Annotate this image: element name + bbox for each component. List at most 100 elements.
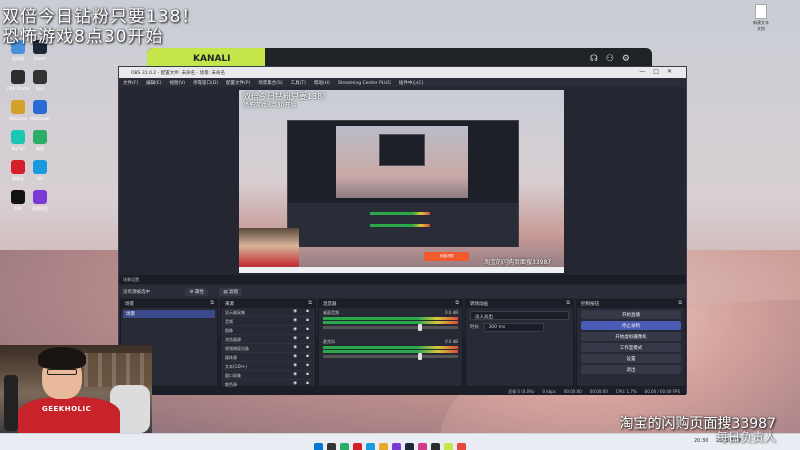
- menu-item[interactable]: 视图(V): [169, 81, 185, 86]
- control-button[interactable]: 开始直播: [581, 310, 681, 319]
- desktop-shortcut[interactable]: Wallpaper: [24, 100, 56, 121]
- taskbar-app-icon[interactable]: [405, 443, 414, 450]
- lock-icon[interactable]: ▪: [306, 354, 309, 359]
- mixer-dock-title: 混音器: [323, 302, 337, 307]
- control-button[interactable]: 停止录制: [581, 321, 681, 330]
- eye-icon[interactable]: ◉: [293, 372, 297, 377]
- transition-duration-input[interactable]: 300 ms: [484, 323, 545, 332]
- taskbar-app-icon[interactable]: [392, 443, 401, 450]
- taskbar-app-icon[interactable]: [379, 443, 388, 450]
- source-list-item[interactable]: 显示器采集 ◉ ▪: [221, 308, 315, 317]
- control-button[interactable]: 退出: [581, 365, 681, 374]
- stream-preview[interactable]: 双倍今日钻粉只要138！ 恐怖游戏8点30开始 淘宝闪购 淘宝的闪购页面搜339…: [239, 90, 564, 273]
- menu-item[interactable]: 停靠窗口(D): [193, 81, 218, 86]
- user-icon[interactable]: ⚇: [606, 54, 622, 64]
- taskbar-app-icon[interactable]: [444, 443, 453, 450]
- properties-button[interactable]: ⚙ 属性: [185, 288, 208, 296]
- taskbar-app-icon[interactable]: [418, 443, 427, 450]
- dock-close-icon[interactable]: ⧉: [308, 300, 312, 306]
- mixer-channel: 桌面音频 0.0 dB: [319, 308, 462, 331]
- lock-icon[interactable]: ▪: [306, 372, 309, 377]
- headset-icon[interactable]: ☊: [590, 54, 606, 64]
- menu-item[interactable]: 编辑(E): [146, 81, 161, 86]
- app-icon: [11, 70, 25, 84]
- eye-icon[interactable]: ◉: [293, 363, 297, 368]
- taskbar-app-icon[interactable]: [327, 443, 336, 450]
- menu-item[interactable]: 场景集合(S): [258, 81, 282, 86]
- clock-time[interactable]: 20:30: [694, 438, 708, 444]
- control-button[interactable]: 工作室模式: [581, 343, 681, 352]
- scene-list-item[interactable]: 场景: [123, 310, 215, 318]
- desktop-shortcut[interactable]: Epic: [24, 70, 56, 91]
- menu-item[interactable]: 文件(F): [123, 81, 138, 86]
- taskbar-app-icon[interactable]: [431, 443, 440, 450]
- lock-icon[interactable]: ▪: [306, 318, 309, 323]
- desktop-file-icon[interactable]: 新建文本文档: [752, 4, 770, 32]
- source-list-item[interactable]: 窗口采集 ◉ ▪: [221, 371, 315, 380]
- taskbar-app-icon[interactable]: [457, 443, 466, 450]
- taskbar-app-icon[interactable]: [366, 443, 375, 450]
- source-list-item[interactable]: 音频 ◉ ▪: [221, 317, 315, 326]
- dock-close-icon[interactable]: ⧉: [210, 300, 214, 306]
- preview-promo-button: 淘宝闪购: [424, 252, 469, 261]
- maximize-button[interactable]: □: [653, 68, 667, 75]
- control-button[interactable]: 开始虚拟摄像机: [581, 332, 681, 341]
- dock-close-icon[interactable]: ⧉: [455, 300, 459, 306]
- volume-slider-handle[interactable]: [417, 353, 422, 360]
- lock-icon[interactable]: ▪: [306, 309, 309, 314]
- source-name: 显示器采集: [225, 310, 245, 315]
- webcam-shirt-text: GEEKHOLIC: [42, 405, 92, 413]
- volume-slider[interactable]: [323, 324, 458, 331]
- app-icon: [33, 130, 47, 144]
- minimize-button[interactable]: —: [639, 68, 653, 75]
- settings-icon[interactable]: ⚙: [622, 54, 638, 64]
- lock-icon[interactable]: ▪: [306, 381, 309, 386]
- source-list-item[interactable]: 图像 ◉ ▪: [221, 326, 315, 335]
- status-item: 60.00 / 60.00 FPS: [644, 389, 680, 394]
- control-button[interactable]: 设置: [581, 354, 681, 363]
- transitions-dock: 转场动画 ⧉ 淡入淡出 时长 300 ms: [465, 299, 574, 387]
- lock-icon[interactable]: ▪: [306, 327, 309, 332]
- menu-item[interactable]: 帮助(H): [314, 81, 330, 86]
- webcam-feed: GEEKHOLIC: [0, 345, 152, 433]
- dock-close-icon[interactable]: ⧉: [566, 300, 570, 306]
- desktop-shortcut[interactable]: 直播伴侣: [24, 190, 56, 212]
- desktop-shortcut-label: QQ: [36, 176, 44, 181]
- mixer-channel: 麦克风 0.0 dB: [319, 337, 462, 360]
- transition-type-select[interactable]: 淡入淡出: [470, 311, 569, 320]
- menu-item[interactable]: 配置文件(P): [226, 81, 250, 86]
- eye-icon[interactable]: ◉: [293, 327, 297, 332]
- lock-icon[interactable]: ▪: [306, 345, 309, 350]
- close-button[interactable]: ✕: [667, 68, 680, 75]
- menu-item[interactable]: 工具(T): [291, 81, 306, 86]
- volume-slider-handle[interactable]: [417, 324, 422, 331]
- taskbar-app-icon[interactable]: [314, 443, 323, 450]
- eye-icon[interactable]: ◉: [293, 381, 297, 386]
- source-list-item[interactable]: 媒体源 ◉ ▪: [221, 353, 315, 362]
- app-icon: [33, 100, 47, 114]
- source-list-item[interactable]: 视频捕获设备 ◉ ▪: [221, 344, 315, 353]
- source-list-item[interactable]: 文本(GDI+) ◉ ▪: [221, 362, 315, 371]
- eye-icon[interactable]: ◉: [293, 354, 297, 359]
- app-icon: [11, 160, 25, 174]
- filters-button[interactable]: ▤ 滤镜: [219, 288, 243, 296]
- eye-icon[interactable]: ◉: [293, 336, 297, 341]
- dock-close-icon[interactable]: ⧉: [678, 300, 682, 306]
- taskbar-app-icon[interactable]: [353, 443, 362, 450]
- desktop-shortcut[interactable]: QQ: [24, 160, 56, 181]
- eye-icon[interactable]: ◉: [293, 345, 297, 350]
- eye-icon[interactable]: ◉: [293, 309, 297, 314]
- controls-dock-header: 控制按钮 ⧉: [577, 300, 685, 308]
- lock-icon[interactable]: ▪: [306, 363, 309, 368]
- lock-icon[interactable]: ▪: [306, 336, 309, 341]
- taskbar-app-icon[interactable]: [340, 443, 349, 450]
- status-item: 00:00:00: [563, 389, 582, 394]
- window-controls: —□✕: [639, 68, 680, 75]
- desktop-shortcut[interactable]: 微信: [24, 130, 56, 152]
- menu-item[interactable]: Streaming Center PLUG: [338, 81, 391, 86]
- eye-icon[interactable]: ◉: [293, 318, 297, 323]
- desktop-shortcut-label: Epic: [35, 86, 45, 91]
- source-list-item[interactable]: 浏览器源 ◉ ▪: [221, 335, 315, 344]
- volume-slider[interactable]: [323, 353, 458, 360]
- menu-item[interactable]: 插件中心(C): [399, 81, 424, 86]
